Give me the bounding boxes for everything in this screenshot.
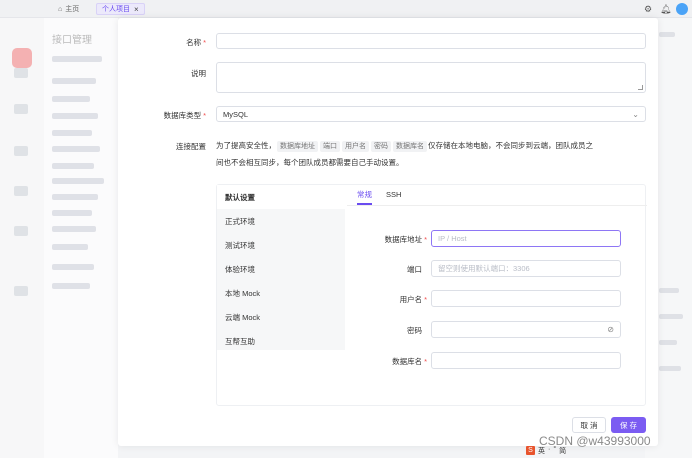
chip-password: 密码 [371, 141, 391, 152]
chevron-down-icon: ⌄ [632, 110, 639, 119]
ime-punct[interactable]: · [548, 446, 550, 456]
db-type-select[interactable]: MySQL ⌄ [216, 106, 646, 122]
tabs-divider [347, 205, 647, 206]
connection-config-label: 连接配置 [176, 142, 206, 151]
background-page-title: 接口管理 [52, 35, 92, 46]
cancel-button[interactable]: 取 消 [572, 417, 606, 433]
db-name-input[interactable] [431, 352, 621, 369]
sidebar-nav-placeholder [14, 286, 28, 296]
config-tabs: 常规 SSH [357, 185, 401, 205]
password-input[interactable]: ⊘ [431, 321, 621, 338]
db-host-input[interactable]: IP / Host [431, 230, 621, 247]
tab-general[interactable]: 常规 [357, 185, 372, 205]
sidebar-nav-placeholder [14, 226, 28, 236]
app-logo [12, 48, 32, 68]
db-type-label: 数据库类型 * [163, 111, 206, 120]
db-name-label: 数据库名 * [392, 357, 427, 366]
env-item-production[interactable]: 正式环境 [217, 209, 345, 233]
bell-icon[interactable]: 🔔︎ [660, 4, 671, 14]
ime-charset[interactable]: 简 [559, 446, 566, 456]
env-item-local-mock[interactable]: 本地 Mock [217, 281, 345, 305]
port-label: 端口 [407, 265, 422, 274]
description-label: 说明 [191, 69, 206, 78]
environment-list: 默认设置 正式环境 测试环境 体验环境 本地 Mock 云端 Mock 互帮互助 [217, 185, 345, 350]
ime-mode[interactable]: 英 [538, 446, 545, 456]
eye-off-icon[interactable]: ⊘ [607, 325, 614, 334]
connection-config-panel: 默认设置 正式环境 测试环境 体验环境 本地 Mock 云端 Mock 互帮互助… [216, 184, 647, 406]
chip-db-name: 数据库名 [393, 141, 427, 152]
env-item-default[interactable]: 默认设置 [217, 185, 345, 209]
username-label: 用户名 * [399, 295, 427, 304]
tab-home-label: 主页 [65, 6, 80, 13]
top-tab-bar: ⌂ 主页 个人项目 × ⚙ 🔔︎ [0, 0, 692, 18]
avatar[interactable] [676, 3, 688, 15]
api-tree-panel [44, 18, 118, 458]
name-input[interactable] [216, 33, 646, 49]
chip-db-host: 数据库地址 [277, 141, 318, 152]
tab-personal-project[interactable]: 个人项目 × [96, 3, 145, 15]
sidebar-nav-placeholder [14, 68, 28, 78]
top-right-actions: ⚙ 🔔︎ [644, 3, 688, 15]
ime-toolbar: S 英 · ° 简 [526, 446, 566, 456]
ime-logo-icon: S [526, 446, 535, 455]
description-textarea[interactable] [216, 62, 646, 93]
password-label: 密码 [407, 326, 422, 335]
database-connection-modal: 名称 * 说明 数据库类型 * MySQL ⌄ 连接配置 为了提高安全性， 数据库地址… [118, 18, 658, 446]
app-sidebar [0, 18, 44, 458]
db-host-label: 数据库地址 * [384, 235, 427, 244]
env-item-cloud-mock[interactable]: 云端 Mock [217, 305, 345, 329]
env-item-staging[interactable]: 体验环境 [217, 257, 345, 281]
tab-home[interactable]: ⌂ 主页 [58, 4, 79, 14]
settings-icon[interactable]: ⚙ [644, 4, 654, 14]
sidebar-nav-placeholder [14, 146, 28, 156]
tab-ssh[interactable]: SSH [386, 185, 401, 205]
chip-port: 端口 [320, 141, 340, 152]
sidebar-nav-placeholder [14, 104, 28, 114]
resize-handle[interactable] [638, 85, 643, 90]
sidebar-nav-placeholder [14, 186, 28, 196]
chip-username: 用户名 [342, 141, 369, 152]
env-item-testing[interactable]: 测试环境 [217, 233, 345, 257]
env-item-mutual-help[interactable]: 互帮互助 [217, 329, 345, 353]
username-input[interactable] [431, 290, 621, 307]
port-input[interactable]: 留空则使用默认端口：3306 [431, 260, 621, 277]
home-icon: ⌂ [58, 5, 63, 13]
close-icon[interactable]: × [134, 5, 139, 14]
save-button[interactable]: 保 存 [611, 417, 646, 433]
tab-personal-project-label: 个人项目 [102, 6, 130, 13]
security-notice: 为了提高安全性， 数据库地址 端口 用户名 密码 数据库名 仅存储在本地电脑，不会同步到云端… [216, 141, 593, 167]
name-label: 名称 * [186, 38, 206, 47]
ime-width[interactable]: ° [553, 446, 556, 456]
